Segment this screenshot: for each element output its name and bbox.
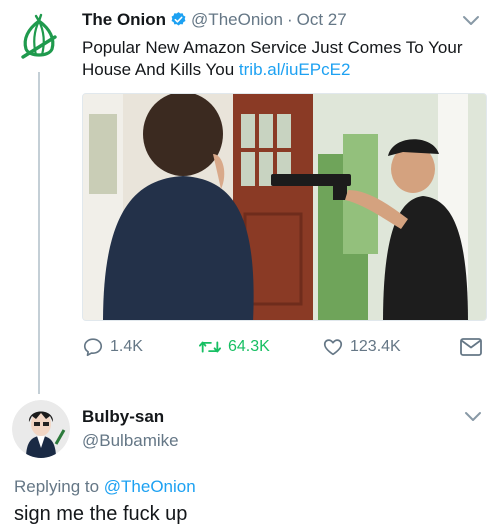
replying-prefix: Replying to: [14, 477, 104, 496]
replying-to: Replying to @TheOnion: [14, 477, 196, 497]
retweet-action[interactable]: 64.3K: [198, 336, 270, 358]
tweet-photo[interactable]: [82, 93, 487, 321]
reply-action[interactable]: 1.4K: [82, 336, 143, 358]
reply-handle[interactable]: @Bulbamike: [82, 431, 179, 451]
avatar[interactable]: [12, 400, 70, 458]
tweet-header: The Onion @TheOnion · Oct 27: [82, 10, 347, 30]
reply-text: sign me the fuck up: [14, 503, 188, 525]
like-count: 123.4K: [350, 338, 401, 355]
reply-count: 1.4K: [110, 338, 143, 355]
thread-line: [38, 72, 40, 394]
direct-message-action[interactable]: [459, 336, 489, 358]
retweet-icon: [199, 341, 221, 353]
tweet-text: Popular New Amazon Service Just Comes To…: [82, 37, 482, 81]
chevron-down-icon[interactable]: [462, 15, 480, 27]
reply-display-name[interactable]: Bulby-san: [82, 407, 164, 427]
tweet-display-name[interactable]: The Onion: [82, 10, 166, 29]
separator-dot: ·: [286, 10, 293, 29]
reply-icon: [83, 338, 103, 357]
retweet-count: 64.3K: [228, 338, 270, 355]
replying-mention[interactable]: @TheOnion: [104, 477, 196, 496]
heart-icon: [323, 339, 343, 356]
chevron-down-icon[interactable]: [464, 411, 482, 423]
tweet-link[interactable]: trib.al/iuEPcE2: [239, 60, 351, 79]
tweet-date[interactable]: Oct 27: [297, 10, 347, 29]
tweet-handle[interactable]: @TheOnion: [191, 10, 283, 29]
verified-badge-icon: [171, 12, 186, 26]
onion-logo-icon[interactable]: [14, 13, 64, 63]
envelope-icon: [460, 338, 482, 356]
like-action[interactable]: 123.4K: [322, 336, 401, 358]
